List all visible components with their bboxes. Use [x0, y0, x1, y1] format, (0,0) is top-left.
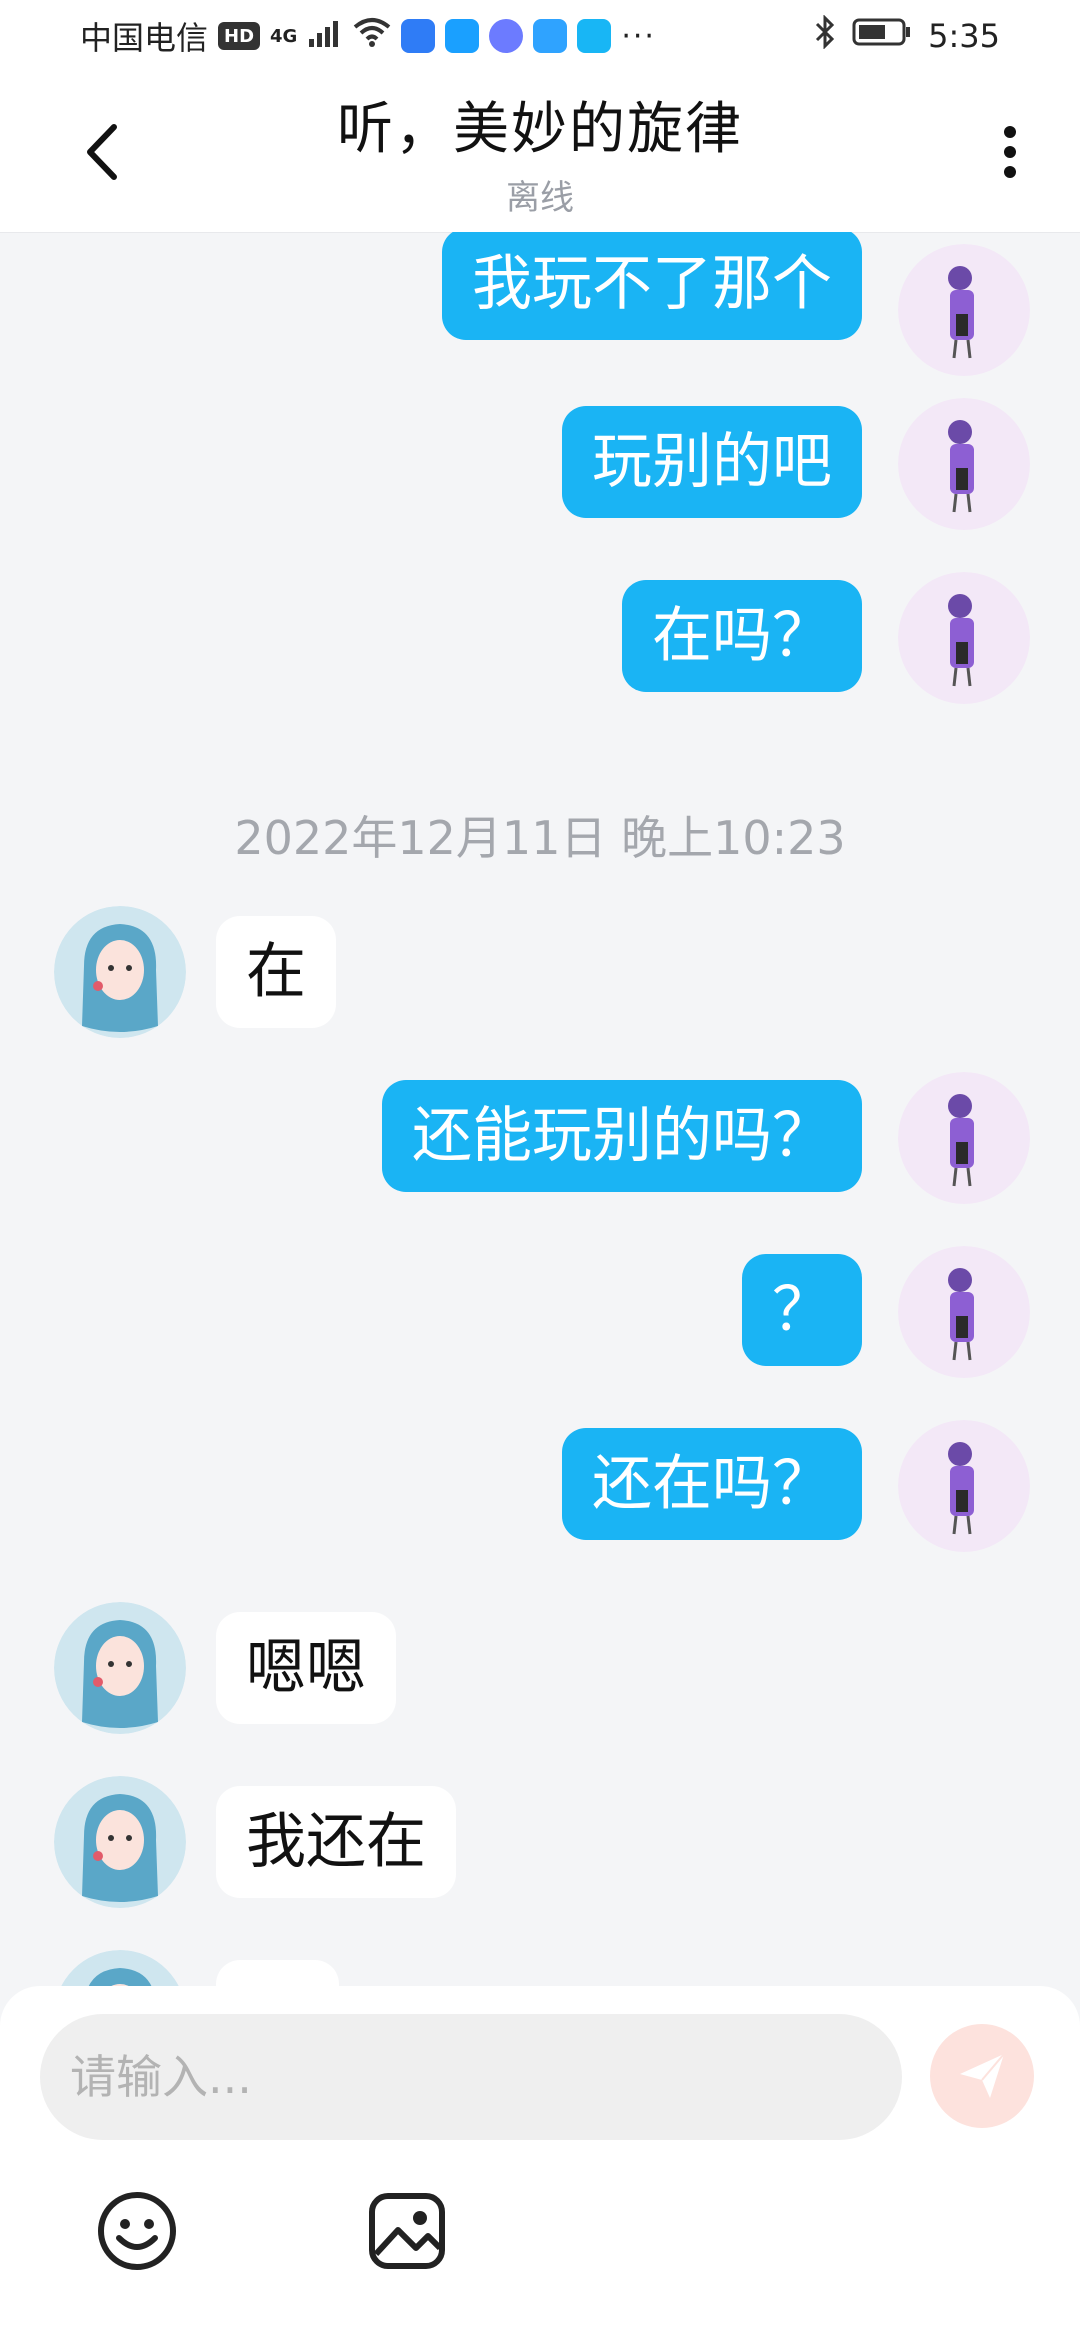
store-app-icon: [533, 19, 568, 53]
weather-app-icon: [445, 19, 480, 53]
more-notifications-icon: ···: [621, 18, 656, 54]
message-bubble-sent[interactable]: 我玩不了那个: [442, 232, 862, 340]
message-bubble-received[interactable]: 嗯嗯: [216, 1612, 396, 1724]
wifi-icon: [353, 17, 391, 55]
message-input[interactable]: [40, 2014, 902, 2140]
more-options-button[interactable]: [980, 117, 1040, 187]
message-bubble-received[interactable]: 在: [216, 916, 336, 1028]
music-app-icon: [489, 19, 524, 53]
smiley-icon: [98, 2192, 176, 2270]
time-label: 5:35: [928, 17, 1000, 55]
contact-avatar[interactable]: [54, 1602, 186, 1734]
status-bar: 中国电信 HD 4G ··· 5:35: [0, 0, 1080, 72]
contact-avatar[interactable]: [54, 1950, 186, 1987]
message-bubble-sent[interactable]: ？: [742, 1254, 862, 1366]
my-avatar[interactable]: [898, 1072, 1030, 1204]
my-avatar[interactable]: [898, 398, 1030, 530]
message-composer: [0, 1986, 1080, 2340]
contact-avatar[interactable]: [54, 906, 186, 1038]
image-icon: [369, 2193, 445, 2269]
dot-icon: [1004, 166, 1016, 178]
dot-icon: [1004, 146, 1016, 158]
hd-badge: HD: [218, 22, 261, 50]
message-timestamp: 2022年12月11日 晚上10:23: [234, 811, 846, 865]
my-avatar[interactable]: [898, 1246, 1030, 1378]
network-label: 4G: [270, 25, 298, 47]
online-status: 离线: [506, 178, 574, 218]
carrier-label: 中国电信: [80, 19, 209, 57]
my-avatar[interactable]: [898, 1420, 1030, 1552]
message-bubble-received[interactable]: 😐: [216, 1960, 339, 1987]
status-bar-left: 中国电信 HD 4G ···: [0, 13, 656, 59]
my-avatar[interactable]: [898, 572, 1030, 704]
image-button[interactable]: [362, 2186, 452, 2276]
contact-avatar[interactable]: [54, 1776, 186, 1908]
status-bar-right: 5:35: [814, 14, 1080, 57]
bluetooth-icon: [814, 14, 836, 57]
emoji-button[interactable]: [92, 2186, 182, 2276]
bluetooth-app-icon: [401, 19, 436, 53]
chat-title: 听，美妙的旋律: [337, 97, 743, 162]
signal-icon: [307, 17, 343, 55]
send-icon: [960, 2053, 1005, 2098]
message-bubble-sent[interactable]: 还在吗？: [562, 1428, 862, 1540]
message-bubble-sent[interactable]: 玩别的吧: [562, 406, 862, 518]
message-bubble-sent[interactable]: 在吗？: [622, 580, 862, 692]
my-avatar[interactable]: [898, 244, 1030, 376]
send-button[interactable]: [930, 2024, 1034, 2128]
message-bubble-sent[interactable]: 还能玩别的吗？: [382, 1080, 862, 1192]
browser-app-icon: [577, 19, 612, 53]
message-bubble-received[interactable]: 我还在: [216, 1786, 456, 1898]
chat-header: 听，美妙的旋律 离线: [0, 72, 1080, 233]
battery-icon: [852, 17, 912, 55]
dot-icon: [1004, 126, 1016, 138]
message-list[interactable]: 我玩不了那个 玩别的吧 在吗？ 2022年12月11日 晚上10:23 在 还能…: [0, 232, 1080, 1987]
